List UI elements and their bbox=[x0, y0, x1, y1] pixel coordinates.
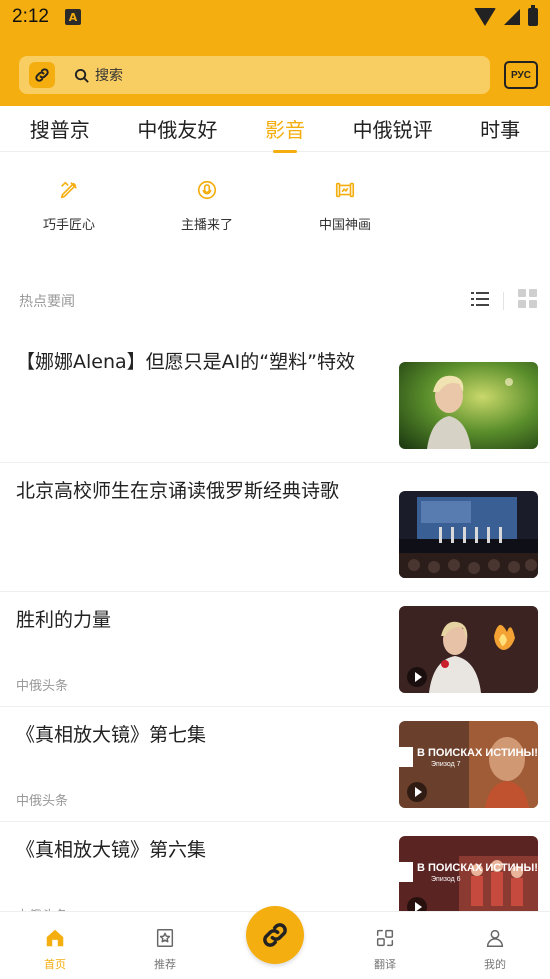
subcategory-painting[interactable]: 中国神画 bbox=[276, 178, 414, 282]
tab-search-putin[interactable]: 搜普京 bbox=[26, 108, 94, 149]
search-bar[interactable]: 搜索 bbox=[19, 56, 490, 94]
divider bbox=[503, 292, 504, 310]
tab-commentary[interactable]: 中俄锐评 bbox=[349, 108, 437, 149]
news-source: 中俄头条 bbox=[16, 794, 69, 809]
language-switch-button[interactable]: РУС bbox=[504, 61, 538, 89]
news-item[interactable]: 《真相放大镜》第七集 中俄头条 В ПОИСКАХ ИСТИНЫ! Эпизод … bbox=[0, 707, 550, 822]
nav-home[interactable]: 首页 bbox=[0, 912, 110, 979]
news-item[interactable]: 【娜娜Alena】但愿只是AI的“塑料”特效 bbox=[0, 336, 550, 463]
play-icon[interactable] bbox=[407, 782, 427, 802]
subcategory-anchor[interactable]: 主播来了 bbox=[138, 178, 276, 282]
news-source: 中俄头条 bbox=[16, 679, 69, 694]
battery-icon bbox=[528, 5, 538, 26]
scroll-icon bbox=[333, 178, 357, 202]
nav-translate[interactable]: 翻译 bbox=[330, 912, 440, 979]
status-time: 2:12 bbox=[12, 6, 49, 27]
news-title: 《真相放大镜》第六集 bbox=[16, 839, 207, 861]
subcategory-row: 巧手匠心 主播来了 中国神画 bbox=[0, 152, 550, 282]
translate-icon bbox=[373, 926, 397, 950]
tab-video-audio[interactable]: 影音 bbox=[261, 108, 309, 149]
grid-view-icon[interactable] bbox=[518, 289, 538, 313]
play-icon[interactable] bbox=[407, 667, 427, 687]
nav-label: 翻译 bbox=[374, 958, 396, 971]
link-fab-button[interactable] bbox=[246, 906, 304, 964]
app-header: 2:12 A 搜索 РУС bbox=[0, 0, 550, 106]
nav-recommend[interactable]: 推荐 bbox=[110, 912, 220, 979]
view-toggle bbox=[471, 289, 538, 313]
list-view-icon[interactable] bbox=[471, 291, 489, 311]
app-notification-icon: A bbox=[64, 9, 81, 25]
search-row: 搜索 РУС bbox=[19, 56, 538, 94]
news-thumbnail bbox=[399, 491, 538, 578]
news-title: 胜利的力量 bbox=[16, 609, 112, 631]
subcategory-craft[interactable]: 巧手匠心 bbox=[0, 178, 138, 282]
nav-center-slot bbox=[220, 906, 330, 979]
news-list: 【娜娜Alena】但愿只是AI的“塑料”特效 北京高校师生在京诵读俄罗斯经典诗歌 bbox=[0, 336, 550, 932]
star-bookmark-icon bbox=[153, 926, 177, 950]
news-item[interactable]: 北京高校师生在京诵读俄罗斯经典诗歌 bbox=[0, 463, 550, 592]
category-tabs: 搜普京 中俄友好 影音 中俄锐评 时事 bbox=[0, 106, 550, 152]
microphone-icon bbox=[195, 178, 219, 202]
search-icon bbox=[73, 67, 89, 83]
link-icon[interactable] bbox=[29, 62, 55, 88]
tab-current-affairs[interactable]: 时事 bbox=[476, 108, 524, 149]
nav-profile[interactable]: 我的 bbox=[440, 912, 550, 979]
wifi-icon bbox=[474, 8, 496, 26]
news-title: 【娜娜Alena】但愿只是AI的“塑料”特效 bbox=[16, 351, 355, 373]
nav-label: 推荐 bbox=[154, 958, 176, 971]
news-item[interactable]: 胜利的力量 中俄头条 bbox=[0, 592, 550, 707]
news-video-thumbnail: В ПОИСКАХ ИСТИНЫ! Эпизод 7 bbox=[399, 721, 538, 808]
status-icons bbox=[474, 5, 538, 26]
section-header: 热点要闻 bbox=[0, 282, 550, 320]
craft-pen-icon bbox=[57, 178, 81, 202]
nav-label: 首页 bbox=[44, 958, 66, 971]
status-bar: 2:12 A bbox=[0, 0, 550, 34]
signal-icon bbox=[504, 9, 520, 25]
search-input[interactable]: 搜索 bbox=[95, 65, 123, 85]
news-title: 《真相放大镜》第七集 bbox=[16, 724, 207, 746]
home-icon bbox=[43, 926, 67, 950]
subcategory-label: 中国神画 bbox=[318, 218, 371, 233]
news-video-thumbnail bbox=[399, 606, 538, 693]
news-thumbnail bbox=[399, 362, 538, 449]
bottom-navigation: 首页 推荐 翻译 我的 bbox=[0, 906, 550, 979]
user-icon bbox=[483, 926, 507, 950]
subcategory-label: 主播来了 bbox=[180, 218, 233, 233]
section-title: 热点要闻 bbox=[19, 294, 75, 310]
tab-china-russia-friendship[interactable]: 中俄友好 bbox=[133, 108, 221, 149]
news-title: 北京高校师生在京诵读俄罗斯经典诗歌 bbox=[16, 480, 340, 502]
thumbnail-caption: В ПОИСКАХ ИСТИНЫ! Эпизод 6 bbox=[417, 862, 538, 883]
news-video-thumbnail: В ПОИСКАХ ИСТИНЫ! Эпизод 6 bbox=[399, 836, 538, 923]
thumbnail-caption: В ПОИСКАХ ИСТИНЫ! Эпизод 7 bbox=[417, 747, 538, 768]
nav-label: 我的 bbox=[484, 958, 506, 971]
subcategory-label: 巧手匠心 bbox=[42, 218, 95, 233]
